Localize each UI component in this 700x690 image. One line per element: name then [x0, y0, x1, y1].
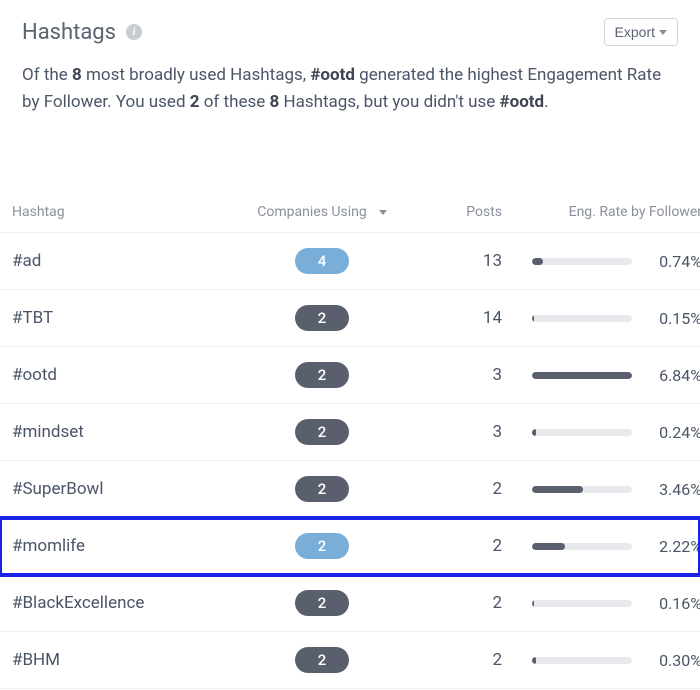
table-body: #ad 4 13 0.74% #TBT 2 14 0.15% #ootd 2 3 6.84% #mind… [0, 233, 700, 689]
col-companies[interactable]: Companies Using [242, 204, 402, 220]
companies-cell: 2 [242, 590, 402, 616]
eng-cell: 6.84% [502, 366, 700, 385]
companies-cell: 4 [242, 248, 402, 274]
companies-pill: 2 [295, 590, 349, 616]
companies-pill: 2 [295, 533, 349, 559]
eng-value: 3.46% [646, 480, 700, 499]
eng-cell: 0.15% [502, 309, 700, 328]
posts-cell: 2 [402, 650, 502, 670]
eng-cell: 0.30% [502, 651, 700, 670]
summary-mid1: most broadly used Hashtags, [82, 65, 311, 85]
companies-pill: 2 [295, 419, 349, 445]
posts-cell: 2 [402, 593, 502, 613]
companies-pill: 4 [295, 248, 349, 274]
eng-value: 6.84% [646, 366, 700, 385]
hashtag-cell: #BHM [12, 650, 242, 670]
companies-cell: 2 [242, 647, 402, 673]
companies-pill: 2 [295, 647, 349, 673]
table-row[interactable]: #momlife 2 2 2.22% [0, 518, 700, 575]
eng-cell: 0.16% [502, 594, 700, 613]
eng-value: 0.15% [646, 309, 700, 328]
summary-mid4: Hashtags, but you didn't use [279, 92, 499, 112]
table-row[interactable]: #BlackExcellence 2 2 0.16% [0, 575, 700, 632]
posts-cell: 2 [402, 536, 502, 556]
hashtag-cell: #momlife [12, 536, 242, 556]
eng-value: 0.30% [646, 651, 700, 670]
eng-bar-track [532, 372, 632, 379]
eng-bar-track [532, 657, 632, 664]
summary-suffix: . [544, 92, 548, 112]
eng-cell: 0.74% [502, 252, 700, 271]
eng-bar-fill [532, 429, 536, 436]
table-row[interactable]: #BHM 2 2 0.30% [0, 632, 700, 689]
summary-prefix: Of the [22, 65, 72, 85]
eng-bar-fill [532, 543, 565, 550]
export-button[interactable]: Export [604, 18, 678, 46]
table-row[interactable]: #ad 4 13 0.74% [0, 233, 700, 290]
posts-cell: 2 [402, 479, 502, 499]
eng-bar-fill [532, 315, 534, 322]
summary-count1: 8 [72, 65, 82, 85]
posts-cell: 13 [402, 251, 502, 271]
companies-cell: 2 [242, 533, 402, 559]
col-posts-label: Posts [466, 204, 502, 220]
eng-cell: 0.24% [502, 423, 700, 442]
companies-cell: 2 [242, 476, 402, 502]
posts-cell: 3 [402, 365, 502, 385]
summary-mid3: of these [200, 92, 270, 112]
summary-top-tag: #ootd [310, 65, 355, 85]
hashtag-cell: #SuperBowl [12, 479, 242, 499]
companies-pill: 2 [295, 362, 349, 388]
hashtag-cell: #BlackExcellence [12, 593, 242, 613]
eng-bar-fill [532, 372, 632, 379]
chevron-down-icon [659, 30, 667, 35]
col-hashtag[interactable]: Hashtag [12, 204, 242, 220]
eng-value: 2.22% [646, 537, 700, 556]
eng-cell: 3.46% [502, 480, 700, 499]
eng-bar-track [532, 429, 632, 436]
eng-bar-fill [532, 600, 534, 607]
hashtag-cell: #ootd [12, 365, 242, 385]
eng-value: 0.16% [646, 594, 700, 613]
table-row[interactable]: #TBT 2 14 0.15% [0, 290, 700, 347]
summary-text: Of the 8 most broadly used Hashtags, #oo… [0, 52, 700, 156]
companies-pill: 2 [295, 305, 349, 331]
col-eng[interactable]: Eng. Rate by Follower [502, 204, 700, 220]
col-posts[interactable]: Posts [402, 204, 502, 220]
eng-bar-fill [532, 486, 583, 493]
posts-cell: 14 [402, 308, 502, 328]
eng-bar-fill [532, 258, 543, 265]
companies-cell: 2 [242, 419, 402, 445]
companies-cell: 2 [242, 362, 402, 388]
companies-cell: 2 [242, 305, 402, 331]
page-title: Hashtags [22, 20, 116, 45]
eng-value: 0.24% [646, 423, 700, 442]
col-hashtag-label: Hashtag [12, 204, 65, 220]
table-row[interactable]: #SuperBowl 2 2 3.46% [0, 461, 700, 518]
eng-bar-track [532, 543, 632, 550]
col-eng-label: Eng. Rate by Follower [569, 204, 700, 220]
col-companies-label: Companies Using [257, 204, 366, 220]
eng-cell: 2.22% [502, 537, 700, 556]
table-row[interactable]: #mindset 2 3 0.24% [0, 404, 700, 461]
info-icon[interactable]: i [126, 24, 142, 40]
eng-bar-fill [532, 657, 536, 664]
eng-bar-track [532, 600, 632, 607]
summary-used: 2 [190, 92, 200, 112]
posts-cell: 3 [402, 422, 502, 442]
hashtag-cell: #TBT [12, 308, 242, 328]
summary-count2: 8 [270, 92, 280, 112]
eng-bar-track [532, 258, 632, 265]
table-header: Hashtag Companies Using Posts Eng. Rate … [0, 192, 700, 233]
eng-value: 0.74% [646, 252, 700, 271]
sort-desc-icon [379, 210, 387, 215]
hashtag-cell: #mindset [12, 422, 242, 442]
table-row[interactable]: #ootd 2 3 6.84% [0, 347, 700, 404]
companies-pill: 2 [295, 476, 349, 502]
hashtag-cell: #ad [12, 251, 242, 271]
eng-bar-track [532, 315, 632, 322]
summary-top-tag2: #ootd [500, 92, 545, 112]
eng-bar-track [532, 486, 632, 493]
export-label: Export [615, 24, 655, 40]
